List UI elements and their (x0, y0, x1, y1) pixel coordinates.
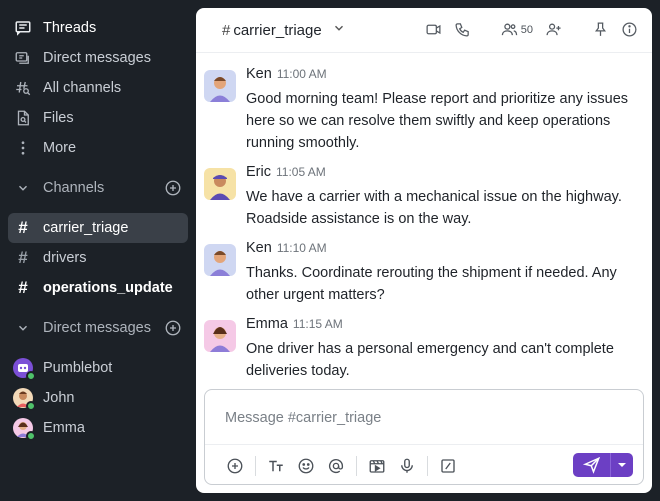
sidebar-item-label: More (43, 140, 77, 156)
more-icon (12, 137, 34, 159)
attach-plus-icon[interactable] (225, 456, 245, 476)
dm-section-header[interactable]: Direct messages (8, 313, 188, 343)
channel-view: # carrier_triage 50 Ken 11:00 AM Good mo… (196, 8, 652, 493)
media-clip-icon[interactable] (367, 456, 387, 476)
sidebar-item-label: Pumblebot (43, 360, 113, 376)
sidebar-item-john[interactable]: John (8, 383, 188, 413)
member-count: 50 (520, 23, 533, 36)
add-member-icon[interactable] (545, 21, 562, 38)
chevron-down-icon (332, 21, 346, 39)
channel-hash-icon: # (222, 21, 231, 39)
sidebar-item-label: Files (43, 110, 74, 126)
message-header: Ken 11:10 AM (246, 240, 327, 256)
composer-toolbar (205, 444, 643, 486)
online-status-icon (26, 401, 36, 411)
channels-section-header[interactable]: Channels (8, 173, 188, 203)
message-text: We have a carrier with a mechanical issu… (246, 189, 622, 227)
add-dm-icon[interactable] (164, 319, 182, 337)
microphone-icon[interactable] (397, 456, 417, 476)
sidebar-item-threads[interactable]: Threads (8, 13, 188, 43)
sidebar-item-drivers[interactable]: # drivers (8, 243, 188, 273)
header-actions: 50 (425, 21, 638, 38)
sidebar-item-label: All channels (43, 80, 122, 96)
send-button[interactable] (573, 453, 633, 477)
message-author[interactable]: Ken (246, 66, 272, 82)
message: Emma 11:15 AM One driver has a personal … (204, 316, 644, 384)
channel-header: # carrier_triage 50 (196, 8, 652, 53)
ken-avatar[interactable] (204, 70, 236, 102)
message-text: One driver has a personal emergency and … (246, 341, 614, 379)
sidebar-item-more[interactable]: More (8, 133, 188, 163)
john-avatar (13, 388, 36, 411)
emma-avatar (13, 418, 36, 441)
members-button[interactable]: 50 (501, 21, 533, 38)
message-time: 11:15 AM (292, 317, 343, 331)
members-icon (501, 21, 518, 38)
send-icon[interactable] (573, 453, 611, 477)
threads-icon (12, 17, 34, 39)
message-author[interactable]: Emma (246, 316, 288, 332)
pumblebot-avatar (13, 358, 36, 381)
chevron-down-icon (12, 181, 34, 195)
message-text: Thanks. Coordinate rerouting the shipmen… (246, 265, 617, 303)
files-icon (12, 107, 34, 129)
message-header: Ken 11:00 AM (246, 66, 327, 82)
sidebar-item-label: Emma (43, 420, 85, 436)
channel-hash-icon: # (18, 248, 28, 267)
sidebar-item-label: carrier_triage (43, 220, 129, 236)
sidebar-item-label: drivers (43, 250, 87, 266)
sidebar-item-label: John (43, 390, 75, 406)
message-input[interactable] (205, 390, 643, 444)
channels-section-label: Channels (43, 180, 105, 196)
send-options-dropdown[interactable] (611, 453, 633, 477)
sidebar-item-operations-update[interactable]: # operations_update (8, 273, 188, 303)
phone-call-icon[interactable] (454, 21, 471, 38)
sidebar-item-direct-messages[interactable]: Direct messages (8, 43, 188, 73)
message-header: Eric 11:05 AM (246, 164, 326, 180)
sidebar-item-files[interactable]: Files (8, 103, 188, 133)
message-time: 11:10 AM (276, 241, 327, 255)
sidebar: Threads Direct messages All channels Fil… (0, 0, 196, 501)
direct-messages-icon (12, 47, 34, 69)
sidebar-item-pumblebot[interactable]: Pumblebot (8, 353, 188, 383)
message-composer (204, 389, 644, 485)
channel-title-button[interactable]: # carrier_triage (222, 21, 346, 39)
sidebar-item-carrier-triage[interactable]: # carrier_triage (8, 213, 188, 243)
sidebar-item-label: operations_update (43, 280, 173, 296)
info-icon[interactable] (621, 21, 638, 38)
online-status-icon (26, 371, 36, 381)
sidebar-item-label: Threads (43, 20, 97, 36)
sidebar-item-emma[interactable]: Emma (8, 413, 188, 443)
message-author[interactable]: Ken (246, 240, 272, 256)
message-time: 11:05 AM (275, 165, 326, 179)
message: Eric 11:05 AM We have a carrier with a m… (204, 164, 644, 232)
slash-command-icon[interactable] (438, 456, 458, 476)
sidebar-item-label: Direct messages (43, 50, 151, 66)
message: Ken 11:10 AM Thanks. Coordinate reroutin… (204, 240, 644, 308)
message-header: Emma 11:15 AM (246, 316, 343, 332)
channel-title: carrier_triage (233, 21, 322, 39)
message-author[interactable]: Eric (246, 164, 271, 180)
channel-hash-icon: # (18, 278, 28, 297)
dm-section-label: Direct messages (43, 320, 151, 336)
video-call-icon[interactable] (425, 21, 442, 38)
message-time: 11:00 AM (276, 67, 327, 81)
pin-icon[interactable] (592, 21, 609, 38)
chevron-down-icon (12, 321, 34, 335)
channel-hash-icon: # (18, 218, 28, 237)
online-status-icon (26, 431, 36, 441)
ken-avatar[interactable] (204, 244, 236, 276)
message-text: Good morning team! Please report and pri… (246, 91, 629, 151)
text-format-icon[interactable] (266, 456, 286, 476)
emoji-icon[interactable] (296, 456, 316, 476)
eric-avatar[interactable] (204, 168, 236, 200)
emma-avatar[interactable] (204, 320, 236, 352)
sidebar-item-all-channels[interactable]: All channels (8, 73, 188, 103)
all-channels-icon (12, 77, 34, 99)
add-channel-icon[interactable] (164, 179, 182, 197)
message: Ken 11:00 AM Good morning team! Please r… (204, 66, 644, 156)
mention-icon[interactable] (326, 456, 346, 476)
